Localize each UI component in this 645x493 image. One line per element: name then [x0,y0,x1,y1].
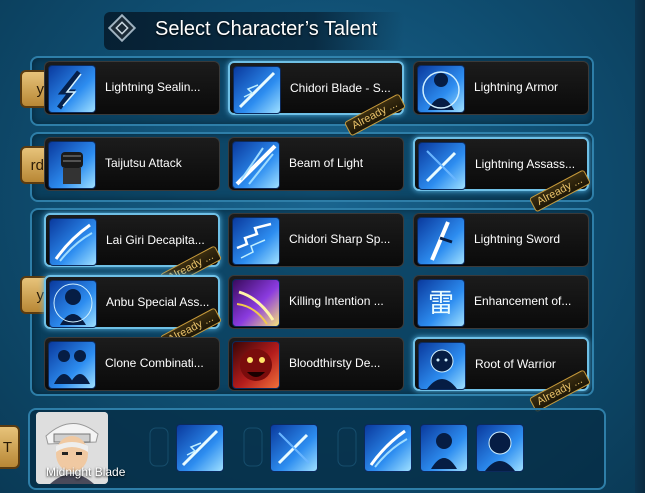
talent-label: Beam of Light [289,156,364,170]
talent-card-lightning-sword[interactable]: Lightning Sword [413,213,589,267]
talent-card-beam-of-light[interactable]: Beam of Light [228,137,404,191]
talent-label: Lightning Assass... [475,157,576,171]
clone-combination-icon [48,341,96,389]
talent-label: Lightning Armor [474,80,559,94]
talent-label: Chidori Sharp Sp... [289,232,391,246]
equipped-slot-chidori-blade-icon[interactable] [176,424,224,472]
talent-card-clone-combination[interactable]: Clone Combinati... [44,337,220,391]
empty-slot-icon [146,424,172,470]
equipped-slot-anbu-special-icon[interactable] [420,424,468,472]
talent-label: Anbu Special Ass... [106,295,210,309]
equipped-slot-lightning-assassin-icon[interactable] [270,424,318,472]
talent-card-anbu-special[interactable]: Anbu Special Ass... Already ... [44,275,223,351]
diamond-emblem-icon [107,13,137,43]
character-name: Midnight Blade [46,465,126,479]
talent-card-lightning-sealing[interactable]: Lightning Sealin... [44,61,220,115]
thunder-kanji-icon: 雷 [417,279,465,327]
talent-label: Lightning Sealin... [105,80,201,94]
chidori-blade-icon [233,66,281,114]
talent-label: Clone Combinati... [105,356,204,370]
talent-label: Bloodthirsty De... [289,356,381,370]
right-edge-panel [635,0,645,493]
talent-card-chidori-blade[interactable]: Chidori Blade - S... Already ... [228,61,407,137]
svg-text:雷: 雷 [428,289,454,319]
lai-giri-icon [49,218,97,266]
chidori-sharp-spear-icon [232,217,280,265]
talent-card-taijutsu-attack[interactable]: Taijutsu Attack [44,137,220,191]
talent-card-enhancement[interactable]: 雷 Enhancement of... [413,275,589,329]
equipped-slot-root-of-warrior-icon[interactable] [476,424,524,472]
empty-slot-icon [240,424,266,470]
talent-label: Root of Warrior [475,357,556,371]
anbu-special-icon [49,280,97,328]
root-of-warrior-icon [418,342,466,390]
demon-face-icon [232,341,280,389]
beam-of-light-icon [232,141,280,189]
talent-card-chidori-sharp-spear[interactable]: Chidori Sharp Sp... [228,213,404,267]
talent-card-lightning-assassin[interactable]: Lightning Assass... Already ... [413,137,592,213]
fist-icon [48,141,96,189]
lightning-assassin-icon [418,142,466,190]
lightning-sword-icon [417,217,465,265]
lightning-armor-icon [417,65,465,113]
talent-card-lightning-armor[interactable]: Lightning Armor [413,61,589,115]
talent-label: Lai Giri Decapita... [106,233,205,247]
talent-label: Enhancement of... [474,294,572,308]
page-title: Select Character’s Talent [155,18,378,40]
killing-intention-icon [232,279,280,327]
talent-label: Killing Intention ... [289,294,384,308]
talent-label: Taijutsu Attack [105,156,182,170]
group-tab-4[interactable]: T [0,425,20,469]
talent-label: Lightning Sword [474,232,561,246]
talent-label: Chidori Blade - S... [290,81,391,95]
talent-card-bloodthirsty-demon[interactable]: Bloodthirsty De... [228,337,404,391]
talent-card-killing-intention[interactable]: Killing Intention ... [228,275,404,329]
lightning-sealing-icon [48,65,96,113]
talent-card-lai-giri[interactable]: Lai Giri Decapita... Already ... [44,213,223,289]
empty-slot-icon [334,424,360,470]
equipped-slot-lai-giri-icon[interactable] [364,424,412,472]
talent-card-root-of-warrior[interactable]: Root of Warrior Already ... [413,337,592,413]
